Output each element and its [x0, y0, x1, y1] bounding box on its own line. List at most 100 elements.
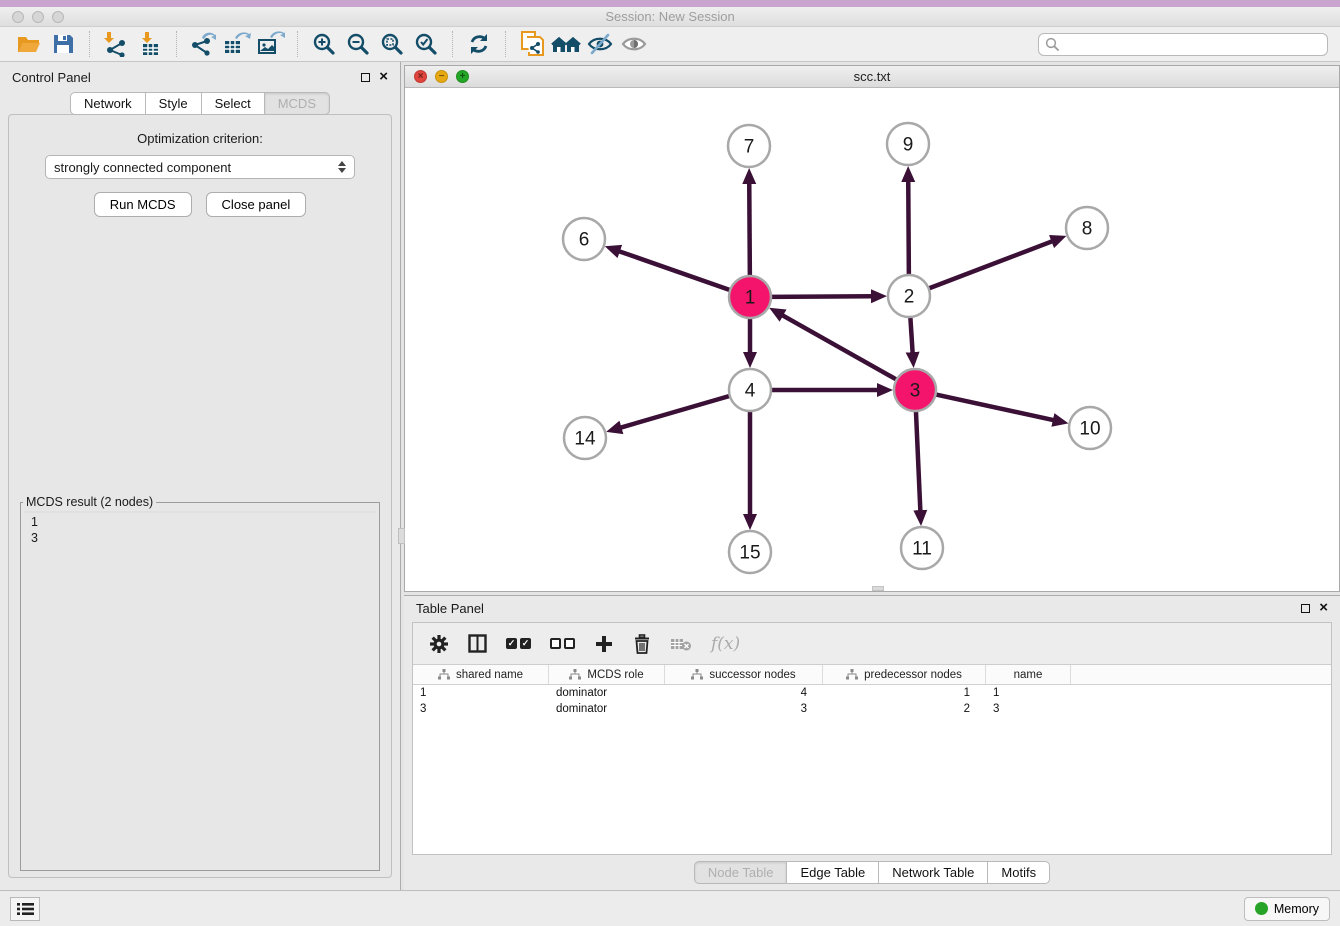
tab-edge-table[interactable]: Edge Table	[787, 861, 879, 884]
svg-text:9: 9	[903, 135, 914, 156]
column-header-MCDS-role[interactable]: MCDS role	[549, 665, 665, 684]
graph-node-10[interactable]: 10	[1069, 407, 1111, 449]
open-session-button[interactable]	[12, 29, 46, 59]
svg-text:8: 8	[1082, 219, 1093, 240]
graph-edge-1-2[interactable]	[771, 296, 872, 297]
graph-node-7[interactable]: 7	[728, 125, 770, 167]
svg-text:10: 10	[1079, 419, 1100, 440]
graph-edge-2-8[interactable]	[929, 241, 1053, 288]
network-canvas[interactable]: 7 9 6 8 1 2 4 3 14 10 15 11	[405, 88, 1339, 591]
tab-node-table[interactable]: Node Table	[694, 861, 788, 884]
save-session-button[interactable]	[46, 29, 80, 59]
delete-column-button[interactable]	[633, 634, 651, 654]
column-header-predecessor-nodes[interactable]: predecessor nodes	[823, 665, 986, 684]
svg-text:11: 11	[912, 539, 932, 560]
close-table-panel-icon[interactable]: ×	[1319, 603, 1328, 613]
mcds-result-textarea[interactable]: 1 3	[24, 511, 376, 513]
mcds-result-title: MCDS result (2 nodes)	[23, 495, 156, 509]
table-cell: 1	[986, 685, 1071, 701]
show-task-history-button[interactable]	[10, 897, 40, 921]
search-input[interactable]	[1038, 33, 1328, 56]
show-networks-home-button[interactable]	[549, 29, 583, 59]
table-panel: Table Panel ×	[404, 595, 1340, 890]
graph-node-14[interactable]: 14	[564, 417, 606, 459]
show-columns-button[interactable]	[468, 634, 487, 653]
copy-network-button[interactable]	[515, 29, 549, 59]
export-network-button[interactable]	[186, 29, 220, 59]
graph-node-4[interactable]: 4	[729, 369, 771, 411]
table-cell: dominator	[549, 685, 665, 701]
graph-edge-2-9[interactable]	[908, 181, 909, 275]
export-image-button[interactable]	[254, 29, 288, 59]
import-network-icon	[103, 31, 129, 57]
graph-node-8[interactable]: 8	[1066, 207, 1108, 249]
svg-text:15: 15	[739, 543, 760, 564]
import-network-button[interactable]	[99, 29, 133, 59]
graph-node-6[interactable]: 6	[563, 218, 605, 260]
run-mcds-button[interactable]: Run MCDS	[94, 192, 192, 217]
float-table-panel-icon[interactable]	[1301, 604, 1310, 613]
svg-text:4: 4	[745, 381, 756, 402]
vertical-splitter-handle[interactable]	[398, 528, 405, 544]
graph-node-9[interactable]: 9	[887, 123, 929, 165]
horizontal-splitter-handle[interactable]	[872, 586, 884, 591]
select-all-rows-button[interactable]: ✓✓	[506, 638, 531, 649]
graph-edge-3-11[interactable]	[916, 411, 920, 511]
close-panel-icon[interactable]: ×	[379, 72, 388, 82]
table-row[interactable]: 3dominator323	[413, 701, 1331, 717]
tab-network-table[interactable]: Network Table	[879, 861, 988, 884]
mcds-result-group: MCDS result (2 nodes) 1 3	[20, 495, 380, 871]
float-panel-icon[interactable]	[361, 73, 370, 82]
graph-node-15[interactable]: 15	[729, 531, 771, 573]
graph-node-1[interactable]: 1	[729, 276, 771, 318]
column-header-name[interactable]: name	[986, 665, 1071, 684]
zoom-selected-icon	[414, 32, 438, 56]
tab-network[interactable]: Network	[70, 92, 146, 115]
zoom-fit-button[interactable]	[375, 29, 409, 59]
network-window-titlebar[interactable]: × − + scc.txt	[405, 66, 1339, 88]
graph-node-2[interactable]: 2	[888, 275, 930, 317]
checked-boxes-icon: ✓✓	[506, 638, 531, 649]
export-image-icon	[257, 31, 285, 57]
criterion-select[interactable]: strongly connected component	[45, 155, 355, 179]
memory-button[interactable]: Memory	[1244, 897, 1330, 921]
graph-edge-2-3[interactable]	[910, 317, 912, 353]
titlebar[interactable]: Session: New Session	[0, 7, 1340, 27]
svg-text:7: 7	[744, 137, 755, 158]
table-row[interactable]: 1dominator411	[413, 685, 1331, 701]
column-header-shared-name[interactable]: shared name	[413, 665, 549, 684]
zoom-out-button[interactable]	[341, 29, 375, 59]
tab-select[interactable]: Select	[202, 92, 265, 115]
table-settings-button[interactable]	[429, 634, 449, 654]
apply-function-button[interactable]: f(x)	[711, 634, 740, 654]
refresh-layout-button[interactable]	[462, 29, 496, 59]
show-graphics-details-button[interactable]	[617, 29, 651, 59]
add-column-button[interactable]	[594, 634, 614, 654]
graph-node-11[interactable]: 11	[901, 527, 943, 569]
table-toolbar: ✓✓	[413, 623, 1331, 665]
deselect-all-rows-button[interactable]	[550, 638, 575, 649]
zoom-fit-icon	[380, 32, 404, 56]
close-panel-button[interactable]: Close panel	[206, 192, 307, 217]
graph-edge-4-14[interactable]	[621, 396, 730, 428]
tab-style[interactable]: Style	[146, 92, 202, 115]
table-header-row: shared nameMCDS rolesuccessor nodesprede…	[413, 665, 1331, 685]
import-table-icon	[137, 31, 163, 57]
copy-network-document-icon	[519, 30, 545, 58]
graph-node-3[interactable]: 3	[894, 369, 936, 411]
tab-motifs[interactable]: Motifs	[988, 861, 1050, 884]
graph-edge-3-10[interactable]	[936, 394, 1054, 420]
list-icon	[17, 902, 34, 916]
graph-edge-1-7[interactable]	[749, 183, 750, 276]
zoom-selected-button[interactable]	[409, 29, 443, 59]
tab-mcds[interactable]: MCDS	[265, 92, 330, 115]
column-header-successor-nodes[interactable]: successor nodes	[665, 665, 823, 684]
export-table-button[interactable]	[220, 29, 254, 59]
zoom-in-button[interactable]	[307, 29, 341, 59]
import-table-button[interactable]	[133, 29, 167, 59]
delete-table-button[interactable]	[670, 636, 692, 652]
hide-graphics-details-button[interactable]	[583, 29, 617, 59]
graph-edge-3-1[interactable]	[782, 315, 896, 380]
save-floppy-icon	[52, 33, 74, 55]
graph-edge-1-6[interactable]	[619, 251, 730, 290]
